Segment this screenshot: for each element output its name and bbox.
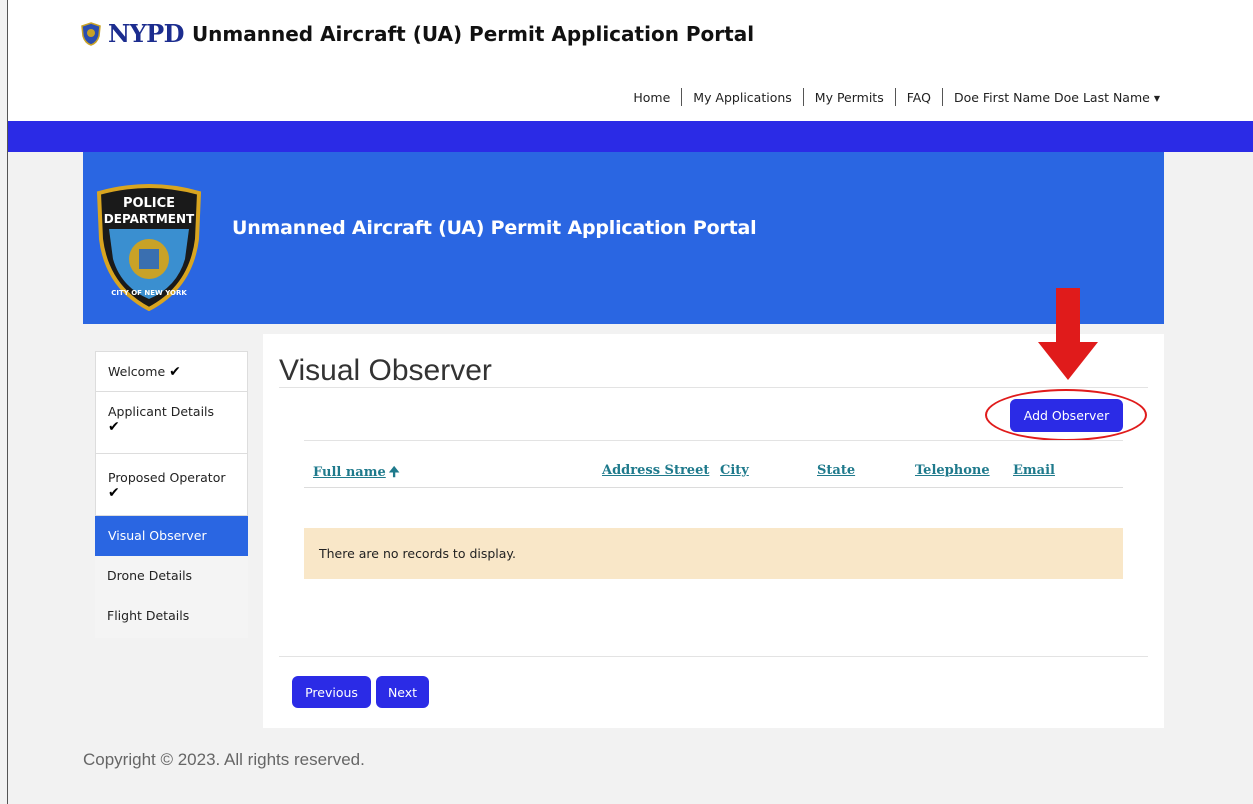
brand-nypd-text: NYPD xyxy=(108,19,184,48)
sidebar-item-label: Proposed Operator xyxy=(108,470,226,485)
logo-text-bottom: CITY OF NEW YORK xyxy=(111,289,187,297)
red-arrow-annotation-icon xyxy=(1038,288,1098,380)
user-name: Doe First Name Doe Last Name xyxy=(953,89,1150,105)
sidebar-item-label: Drone Details xyxy=(107,568,193,583)
page-title: Visual Observer xyxy=(279,354,492,387)
police-department-logo: POLICE DEPARTMENT CITY OF NEW YORK xyxy=(96,184,202,311)
sidebar-item-label: Flight Details xyxy=(107,608,190,623)
user-menu[interactable]: Doe First Name Doe Last Name ▼ xyxy=(943,90,1171,105)
divider xyxy=(279,387,1148,388)
divider xyxy=(279,656,1148,657)
column-header-city[interactable]: City xyxy=(720,463,749,478)
sidebar-item-welcome[interactable]: Welcome ✔ xyxy=(95,351,248,392)
sidebar-item-proposed-operator[interactable]: Proposed Operator ✔ xyxy=(95,454,248,516)
hero-banner: POLICE DEPARTMENT CITY OF NEW YORK Unman… xyxy=(83,152,1164,324)
empty-state-message: There are no records to display. xyxy=(304,528,1123,579)
nypd-badge-icon xyxy=(81,22,101,46)
sort-ascending-icon: 🠉 xyxy=(388,465,400,480)
column-header-telephone[interactable]: Telephone xyxy=(915,463,990,478)
previous-button[interactable]: Previous xyxy=(292,676,371,708)
sidebar-item-label: Visual Observer xyxy=(108,528,207,543)
sidebar-item-label: Welcome xyxy=(108,364,166,379)
hero-title: Unmanned Aircraft (UA) Permit Applicatio… xyxy=(232,217,757,239)
sidebar-item-applicant-details[interactable]: Applicant Details ✔ xyxy=(95,392,248,454)
table-header: Full name 🠉 Address Street City State Tel… xyxy=(304,442,1123,488)
column-header-email[interactable]: Email xyxy=(1013,463,1055,478)
column-header-full-name[interactable]: Full name 🠉 xyxy=(313,463,400,485)
column-header-label: Full name xyxy=(313,465,386,480)
logo-text-mid: DEPARTMENT xyxy=(104,212,195,226)
sidebar-item-visual-observer[interactable]: Visual Observer xyxy=(95,516,248,556)
column-header-address-street[interactable]: Address Street xyxy=(602,463,709,478)
top-header: NYPD Unmanned Aircraft (UA) Permit Appli… xyxy=(8,0,1253,121)
blue-strip xyxy=(8,121,1253,152)
caret-down-icon: ▼ xyxy=(1153,93,1160,103)
sidebar-item-drone-details[interactable]: Drone Details xyxy=(95,556,248,596)
footer-copyright: Copyright © 2023. All rights reserved. xyxy=(83,750,365,769)
logo-text-top: POLICE xyxy=(123,196,175,211)
nav-faq[interactable]: FAQ xyxy=(896,90,942,105)
check-icon: ✔ xyxy=(108,485,120,501)
check-icon: ✔ xyxy=(169,364,181,380)
next-button[interactable]: Next xyxy=(376,676,429,708)
nav-my-permits[interactable]: My Permits xyxy=(804,90,895,105)
main-nav: Home My Applications My Permits FAQ Doe … xyxy=(622,88,1171,106)
nav-my-applications[interactable]: My Applications xyxy=(682,90,803,105)
nav-home[interactable]: Home xyxy=(622,90,681,105)
main-panel: Visual Observer Add Observer Full name 🠉 … xyxy=(263,334,1164,728)
column-header-state[interactable]: State xyxy=(817,463,855,478)
sidebar-item-label: Applicant Details xyxy=(108,404,215,419)
add-observer-button[interactable]: Add Observer xyxy=(1010,399,1123,432)
sidebar: Welcome ✔ Applicant Details ✔ Proposed O… xyxy=(95,351,248,638)
divider xyxy=(304,440,1123,441)
brand[interactable]: NYPD Unmanned Aircraft (UA) Permit Appli… xyxy=(80,20,754,48)
brand-title: Unmanned Aircraft (UA) Permit Applicatio… xyxy=(191,22,755,46)
check-icon: ✔ xyxy=(108,419,120,435)
sidebar-item-flight-details[interactable]: Flight Details xyxy=(95,596,248,638)
